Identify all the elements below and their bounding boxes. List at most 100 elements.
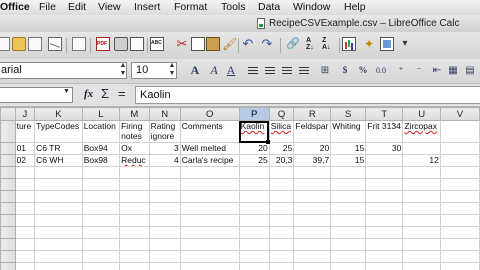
fill-handle[interactable] <box>266 139 271 144</box>
cell-m[interactable] <box>119 202 150 215</box>
cell-s[interactable]: 15 <box>330 142 367 155</box>
cell-v[interactable] <box>439 166 480 179</box>
cell-t[interactable] <box>365 214 404 227</box>
align-right-icon[interactable] <box>280 63 294 78</box>
column-header-q[interactable]: Q <box>268 107 295 121</box>
cell-n[interactable] <box>148 250 181 263</box>
borders-icon[interactable]: ▦ <box>446 63 460 78</box>
cell-j[interactable] <box>14 190 36 203</box>
app-menu[interactable]: Office <box>0 1 30 13</box>
menu-data[interactable]: Data <box>258 1 280 13</box>
select-all-corner[interactable] <box>0 107 16 121</box>
cell-s[interactable]: 15 <box>330 154 367 167</box>
sort-descending-icon[interactable]: Z A↓ <box>322 37 336 51</box>
row-header[interactable] <box>0 120 16 143</box>
cell-q[interactable] <box>268 178 295 191</box>
cell-k[interactable] <box>34 202 83 215</box>
merge-cells-icon[interactable]: ⊞ <box>318 63 332 78</box>
background-color-icon[interactable]: ▤ <box>463 63 477 78</box>
cell-v[interactable] <box>439 262 480 270</box>
cell-n[interactable] <box>148 262 181 270</box>
cell-t[interactable] <box>365 226 404 239</box>
cut-icon[interactable]: ✂ <box>175 37 189 51</box>
cell-l[interactable] <box>81 238 121 251</box>
clone-formatting-icon[interactable]: 🖌 <box>222 37 237 51</box>
menu-help[interactable]: Help <box>344 1 366 13</box>
cell-u[interactable] <box>402 250 441 263</box>
cell-t[interactable] <box>365 154 404 167</box>
cell-m[interactable] <box>119 226 150 239</box>
column-header-p[interactable]: P <box>238 107 270 121</box>
font-size-dropdown-icon[interactable]: ▲ ▼ <box>166 62 178 79</box>
cell-p[interactable] <box>238 202 270 215</box>
cell-q[interactable] <box>268 226 295 239</box>
function-wizard-icon[interactable]: fx <box>84 88 93 100</box>
cell-m[interactable]: Firing notes <box>119 120 150 143</box>
cell-n[interactable] <box>148 190 181 203</box>
cell-l[interactable] <box>81 190 121 203</box>
cell-r[interactable] <box>293 226 332 239</box>
cell-j[interactable] <box>14 238 36 251</box>
cell-j[interactable]: 02 <box>14 154 36 167</box>
decrease-indent-icon[interactable]: ⇤ <box>430 63 444 78</box>
column-header-m[interactable]: M <box>119 107 150 121</box>
cell-q[interactable] <box>268 214 295 227</box>
cell-r[interactable]: 20 <box>293 142 332 155</box>
cell-k[interactable]: C6 WH <box>34 154 83 167</box>
cell-l[interactable] <box>81 202 121 215</box>
cell-m[interactable] <box>119 262 150 270</box>
cell-t[interactable] <box>365 178 404 191</box>
cell-m[interactable] <box>119 166 150 179</box>
row-header[interactable] <box>0 142 16 155</box>
row-header[interactable] <box>0 166 16 179</box>
row-header[interactable] <box>0 226 16 239</box>
cell-v[interactable] <box>439 226 480 239</box>
open-folder-icon[interactable] <box>12 37 26 51</box>
sort-ascending-icon[interactable]: A Z↓ <box>306 37 320 51</box>
cell-o[interactable] <box>179 202 240 215</box>
cell-n[interactable]: 4 <box>148 154 181 167</box>
cell-p[interactable] <box>238 190 270 203</box>
cell-t[interactable] <box>365 166 404 179</box>
export-pdf-icon[interactable] <box>96 37 110 51</box>
cell-p[interactable]: 20 <box>238 142 270 155</box>
cell-j[interactable] <box>14 178 36 191</box>
cell-m[interactable] <box>119 250 150 263</box>
cell-u[interactable] <box>402 166 441 179</box>
cell-v[interactable] <box>439 214 480 227</box>
cell-r[interactable]: Feldspar <box>293 120 332 143</box>
cell-m[interactable]: Reduc <box>119 154 150 167</box>
cell-r[interactable] <box>293 214 332 227</box>
cell-s[interactable] <box>330 178 367 191</box>
row-header[interactable] <box>0 154 16 167</box>
cell-k[interactable] <box>34 166 83 179</box>
cell-r[interactable] <box>293 250 332 263</box>
number-format-icon[interactable]: 0.0 <box>374 63 388 78</box>
cell-q[interactable]: 20,3 <box>268 154 295 167</box>
cell-o[interactable]: Comments <box>179 120 240 143</box>
cell-n[interactable] <box>148 178 181 191</box>
percent-format-icon[interactable]: % <box>356 63 370 78</box>
new-document-icon[interactable] <box>0 37 10 51</box>
cell-l[interactable] <box>81 178 121 191</box>
gallery-icon[interactable] <box>380 37 394 51</box>
cell-l[interactable] <box>81 262 121 270</box>
cell-o[interactable] <box>179 226 240 239</box>
cell-u[interactable] <box>402 202 441 215</box>
cell-p[interactable] <box>238 178 270 191</box>
cell-j[interactable] <box>14 262 36 270</box>
align-center-icon[interactable] <box>263 63 277 78</box>
menu-insert[interactable]: Insert <box>134 1 160 13</box>
sum-icon[interactable]: Σ <box>101 86 109 101</box>
more-icon[interactable]: ▾ <box>398 37 412 51</box>
cell-q[interactable]: Silica <box>268 120 295 143</box>
cell-o[interactable] <box>179 262 240 270</box>
cell-n[interactable] <box>148 202 181 215</box>
column-header-s[interactable]: S <box>330 107 367 121</box>
name-box-dropdown-icon[interactable]: ▼ <box>63 88 70 95</box>
cell-l[interactable]: Location <box>81 120 121 143</box>
print-preview-icon[interactable] <box>130 37 144 51</box>
cell-s[interactable]: Whiting <box>330 120 367 143</box>
cell-j[interactable] <box>14 202 36 215</box>
font-name-combobox[interactable]: arial <box>0 62 127 79</box>
